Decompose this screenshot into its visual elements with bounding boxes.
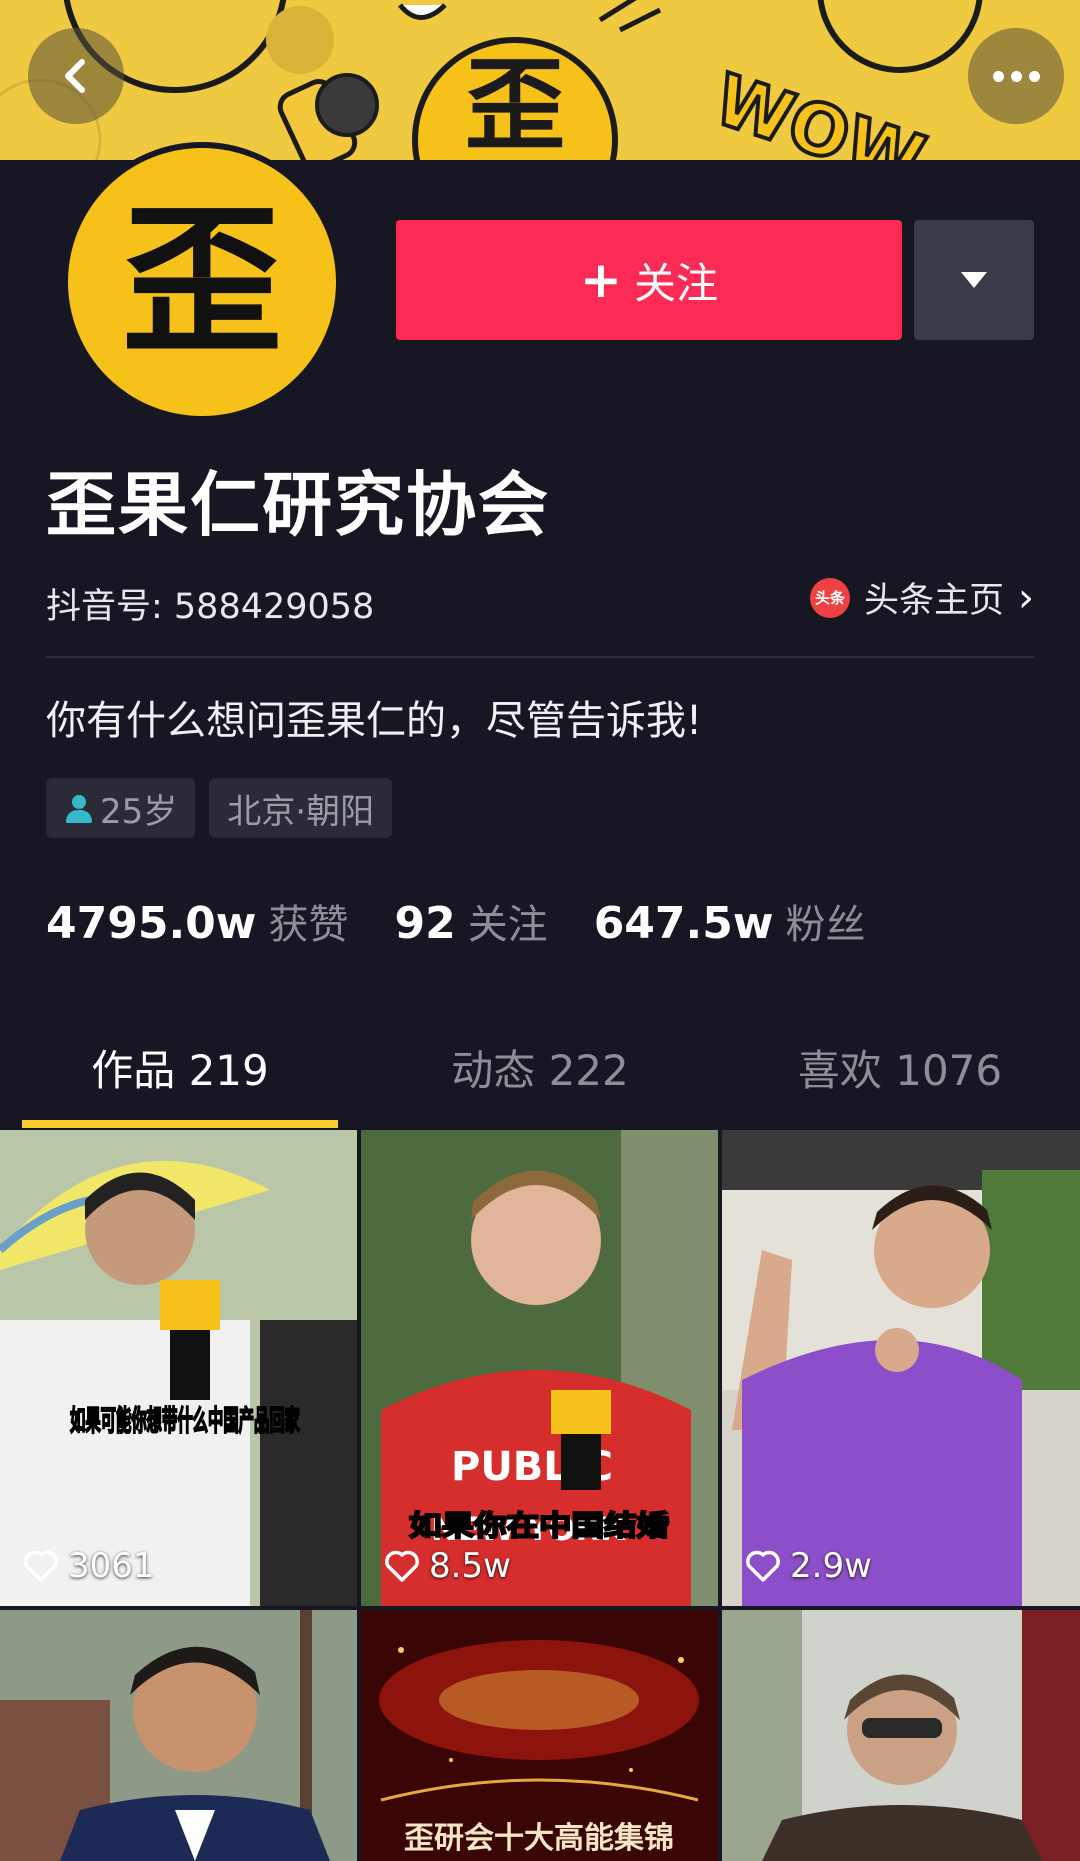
like-count-value: 8.5w — [429, 1546, 511, 1586]
heart-icon — [383, 1549, 421, 1583]
heart-icon — [22, 1549, 60, 1583]
stat-value: 92 — [394, 898, 456, 949]
video-caption: 如果你在中国结婚 — [408, 1508, 670, 1543]
svg-text:如果你在中国结婚: 如果你在中国结婚 — [409, 1509, 669, 1542]
stat-following[interactable]: 92 关注 — [394, 892, 547, 950]
location-tag: 北京·朝阳 — [209, 778, 393, 838]
video-cover-image — [722, 1610, 1080, 1861]
follow-label: 关注 — [633, 258, 718, 308]
video-cover-image: 歪研会十大高能集锦 — [361, 1610, 718, 1861]
avatar[interactable]: 歪 — [62, 142, 342, 422]
banner-badge-text: 歪 — [465, 47, 565, 160]
location-label: 北京·朝阳 — [227, 791, 375, 832]
profile-tags: 25岁 北京·朝阳 — [46, 778, 393, 838]
chevron-left-icon — [65, 59, 85, 93]
like-count-value: 2.9w — [790, 1546, 872, 1586]
tab-likes[interactable]: 喜欢 1076 — [720, 1036, 1080, 1126]
toutiao-homepage-link[interactable]: 头条 头条主页 › — [809, 572, 1034, 623]
chevron-right-icon: › — [1018, 574, 1034, 621]
banner-artwork: 歪 WOW — [0, 0, 983, 160]
video-thumbnail[interactable]: 2.9w — [722, 1130, 1080, 1606]
douyin-id: 抖音号: 588429058 — [46, 587, 375, 627]
person-icon — [64, 793, 94, 823]
video-cover-image — [0, 1610, 357, 1861]
caret-down-icon — [961, 272, 987, 288]
profile-name: 歪果仁研究协会 — [46, 464, 550, 546]
follow-button[interactable]: + 关注 — [396, 220, 902, 340]
video-thumbnail[interactable]: PUBLIC NEW YORK 如果你在中国结婚 8.5w — [361, 1130, 718, 1606]
stat-value: 647.5w — [593, 898, 774, 949]
video-thumbnail[interactable] — [0, 1610, 357, 1861]
toutiao-logo-icon: 头条 — [809, 577, 850, 618]
age-label: 25岁 — [100, 791, 178, 832]
video-thumbnail[interactable]: 如果可能你想带什么中国产品回家 3061 — [0, 1130, 357, 1606]
video-thumbnail[interactable]: 歪研会十大高能集锦 — [361, 1610, 718, 1861]
stat-label: 获赞 — [268, 902, 349, 948]
video-caption: 如果可能你想带什么中国产品回家 — [69, 1403, 301, 1438]
divider — [46, 656, 1034, 658]
stat-label: 关注 — [467, 902, 548, 948]
back-button[interactable] — [28, 28, 124, 124]
heart-icon — [744, 1549, 782, 1583]
active-tab-indicator — [22, 1120, 338, 1128]
banner-wow-text: WOW — [705, 58, 934, 160]
tab-posts[interactable]: 动态 222 — [360, 1036, 720, 1126]
avatar-logo: 歪 — [121, 188, 282, 375]
video-thumbnail[interactable] — [722, 1610, 1080, 1861]
content-tabs: 作品 219 动态 222 喜欢 1076 — [0, 1036, 1080, 1126]
like-count: 3061 — [22, 1546, 155, 1586]
like-count: 8.5w — [383, 1546, 511, 1586]
profile-bio: 你有什么想问歪果仁的，尽管告诉我! — [46, 698, 703, 744]
plus-icon: + — [580, 251, 622, 309]
profile-stats: 4795.0w 获赞 92 关注 647.5w 粉丝 — [46, 892, 912, 950]
tab-works[interactable]: 作品 219 — [0, 1036, 360, 1126]
more-dots-icon — [992, 70, 1040, 82]
like-count: 2.9w — [744, 1546, 872, 1586]
svg-text:如果可能你想带什么中国产品回家: 如果可能你想带什么中国产品回家 — [70, 1404, 300, 1437]
video-cover-image — [722, 1130, 1080, 1606]
stat-likes: 4795.0w 获赞 — [46, 892, 348, 950]
like-count-value: 3061 — [68, 1546, 155, 1586]
stat-value: 4795.0w — [46, 898, 257, 949]
age-tag: 25岁 — [46, 778, 196, 838]
stat-label: 粉丝 — [785, 902, 866, 948]
stat-followers[interactable]: 647.5w 粉丝 — [594, 892, 866, 950]
recommend-dropdown-button[interactable] — [914, 220, 1034, 340]
more-options-button[interactable] — [968, 28, 1064, 124]
toutiao-label: 头条主页 — [863, 581, 1004, 621]
profile-banner: 歪 WOW — [0, 0, 1080, 160]
video-caption: 歪研会十大高能集锦 — [404, 1821, 674, 1856]
